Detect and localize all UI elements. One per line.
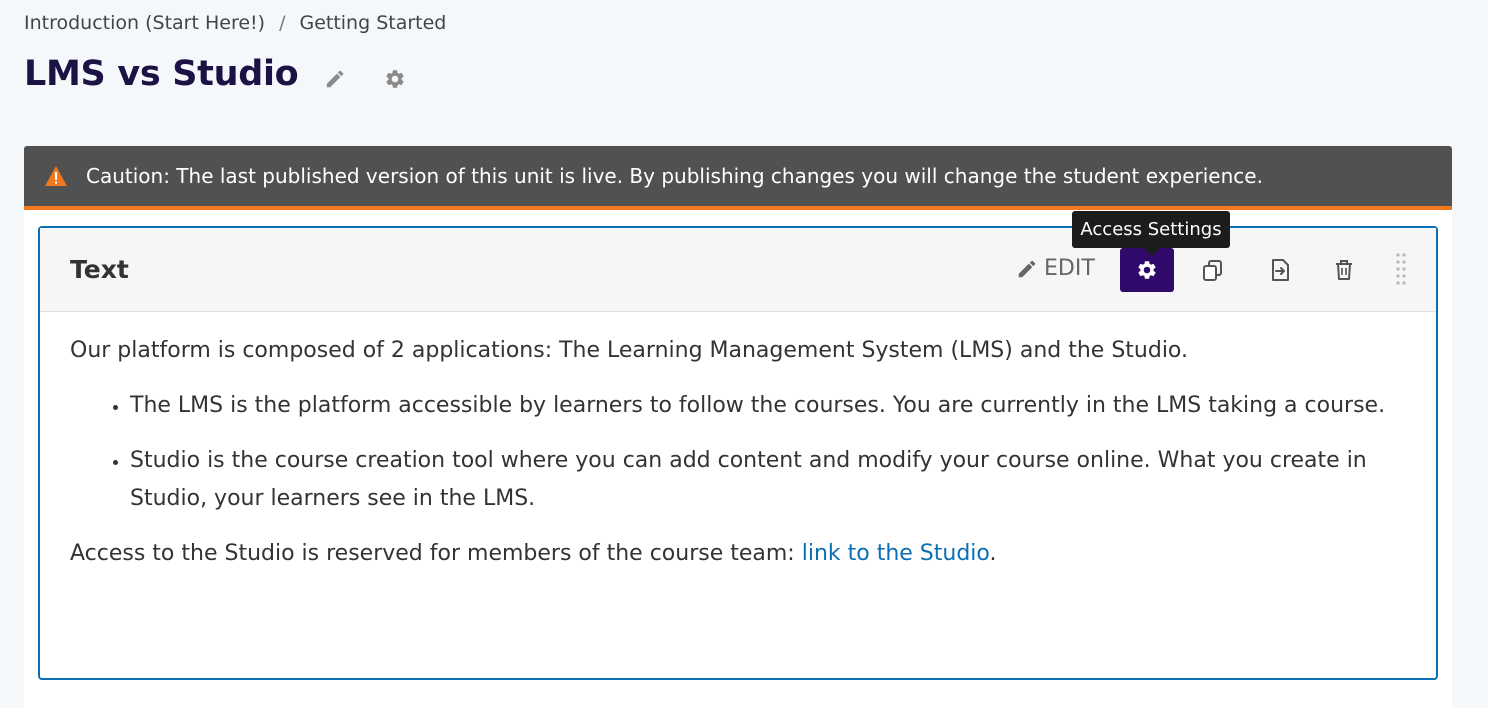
- delete-button[interactable]: [1317, 248, 1371, 292]
- duplicate-icon: [1203, 260, 1222, 281]
- studio-link[interactable]: link to the Studio: [802, 541, 990, 566]
- pencil-icon: [1018, 260, 1036, 277]
- list-item: The LMS is the platform accessible by le…: [130, 387, 1406, 425]
- drag-handle-icon[interactable]: [1394, 252, 1408, 288]
- page-title: LMS vs Studio: [24, 54, 299, 94]
- move-icon: [1272, 259, 1289, 281]
- text-block-content: Our platform is composed of 2 applicatio…: [40, 312, 1436, 573]
- access-paragraph: Access to the Studio is reserved for mem…: [70, 535, 1406, 573]
- breadcrumb: Introduction (Start Here!) / Getting Sta…: [24, 12, 446, 34]
- intro-paragraph: Our platform is composed of 2 applicatio…: [70, 338, 1188, 363]
- access-text: Access to the Studio is reserved for mem…: [70, 541, 802, 566]
- trash-icon: [1336, 260, 1352, 280]
- list-item: Studio is the course creation tool where…: [130, 442, 1406, 518]
- warning-icon: [44, 165, 68, 187]
- access-settings-tooltip: Access Settings: [1072, 211, 1230, 256]
- breadcrumb-current-link[interactable]: Getting Started: [299, 12, 446, 34]
- caution-text: Caution: The last published version of t…: [86, 164, 1263, 188]
- move-button[interactable]: [1253, 248, 1307, 292]
- text-block-title: Text: [70, 255, 129, 284]
- edit-button-label: EDIT: [1044, 256, 1095, 281]
- pencil-icon[interactable]: [324, 68, 346, 90]
- edit-button[interactable]: EDIT: [1016, 256, 1095, 281]
- breadcrumb-separator: /: [279, 12, 286, 34]
- duplicate-button[interactable]: [1186, 248, 1240, 292]
- title-row: LMS vs Studio: [24, 54, 406, 94]
- bullet-list: The LMS is the platform accessible by le…: [70, 387, 1406, 518]
- caution-banner: Caution: The last published version of t…: [24, 146, 1452, 210]
- text-block: Text EDIT Our platform is composed of 2 …: [38, 226, 1438, 680]
- gear-icon[interactable]: [384, 68, 406, 90]
- access-end: .: [989, 541, 997, 566]
- breadcrumb-parent-link[interactable]: Introduction (Start Here!): [24, 12, 265, 34]
- gear-icon: [1138, 261, 1156, 279]
